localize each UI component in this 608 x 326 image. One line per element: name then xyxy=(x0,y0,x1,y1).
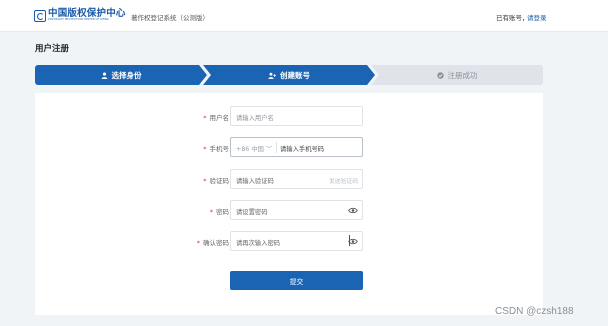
username-input[interactable]: 请输入用户名 xyxy=(230,106,363,126)
step-progress: 选择身份 创建账号 注册成功 xyxy=(35,65,543,85)
eye-icon[interactable] xyxy=(348,207,358,214)
username-placeholder: 请输入用户名 xyxy=(236,115,274,122)
code-row: * 验证码 请输入验证码 发送验证码 xyxy=(35,169,543,189)
divider xyxy=(276,142,277,153)
step-label: 注册成功 xyxy=(447,70,478,80)
code-input[interactable]: 请输入验证码 发送验证码 xyxy=(230,169,363,189)
system-name: 著作权登记系统（公测版） xyxy=(131,14,209,22)
top-bar: 中国版权保护中心 COPYRIGHT PROTECTION CENTER OF … xyxy=(0,0,608,32)
check-circle-icon xyxy=(436,71,444,79)
phone-label: 手机号 xyxy=(209,145,230,153)
required-mark: * xyxy=(203,145,207,153)
username-label: 用户名 xyxy=(209,114,230,122)
step-create-account: 创建账号 xyxy=(203,65,375,85)
confirm-password-label: 确认密码 xyxy=(203,239,229,247)
password-row: * 密码 请设置密码 xyxy=(35,200,543,220)
user-add-icon xyxy=(268,72,276,79)
required-mark: * xyxy=(203,114,207,122)
required-mark: * xyxy=(196,239,200,247)
confirm-password-input[interactable]: 请再次输入密码 xyxy=(230,231,363,251)
send-code-button[interactable]: 发送验证码 xyxy=(329,176,358,185)
watermark: CSDN @czsh188 xyxy=(495,306,574,317)
submit-button[interactable]: 提交 xyxy=(230,271,363,290)
confirm-password-placeholder: 请再次输入密码 xyxy=(236,240,281,247)
phone-row: * 手机号 +86 中国 ﹀ 请输入手机号码 xyxy=(35,137,543,157)
eye-icon[interactable] xyxy=(348,238,358,245)
step-register-success: 注册成功 xyxy=(371,65,543,85)
password-placeholder: 请设置密码 xyxy=(236,209,268,216)
password-input[interactable]: 请设置密码 xyxy=(230,200,363,220)
logo-mark-icon xyxy=(34,9,46,22)
logo-subtitle: COPYRIGHT PROTECTION CENTER OF CHINA xyxy=(48,18,109,22)
step-label: 选择身份 xyxy=(111,70,142,80)
registration-form: * 用户名 请输入用户名 * 手机号 +86 中国 ﹀ 请输入手机号码 * 验证码 请… xyxy=(35,93,543,315)
account-prompt: 已有账号， xyxy=(496,14,529,22)
required-mark: * xyxy=(209,208,213,216)
password-label: 密码 xyxy=(216,208,229,216)
login-link[interactable]: 请登录 xyxy=(527,12,547,22)
site-logo[interactable]: 中国版权保护中心 COPYRIGHT PROTECTION CENTER OF … xyxy=(34,9,126,22)
page-title: 用户注册 xyxy=(35,44,70,54)
phone-placeholder: 请输入手机号码 xyxy=(280,146,325,153)
username-row: * 用户名 请输入用户名 xyxy=(35,106,543,126)
step-label: 创建账号 xyxy=(280,70,310,80)
step-select-identity: 选择身份 xyxy=(35,65,207,85)
code-label: 验证码 xyxy=(209,177,230,185)
user-icon xyxy=(101,72,107,79)
country-code-select[interactable]: +86 中国 ﹀ xyxy=(236,144,272,153)
code-placeholder: 请输入验证码 xyxy=(236,178,274,185)
phone-input[interactable]: +86 中国 ﹀ 请输入手机号码 xyxy=(230,137,363,157)
confirm-password-row: * 确认密码 请再次输入密码 xyxy=(35,231,543,251)
required-mark: * xyxy=(203,177,207,185)
